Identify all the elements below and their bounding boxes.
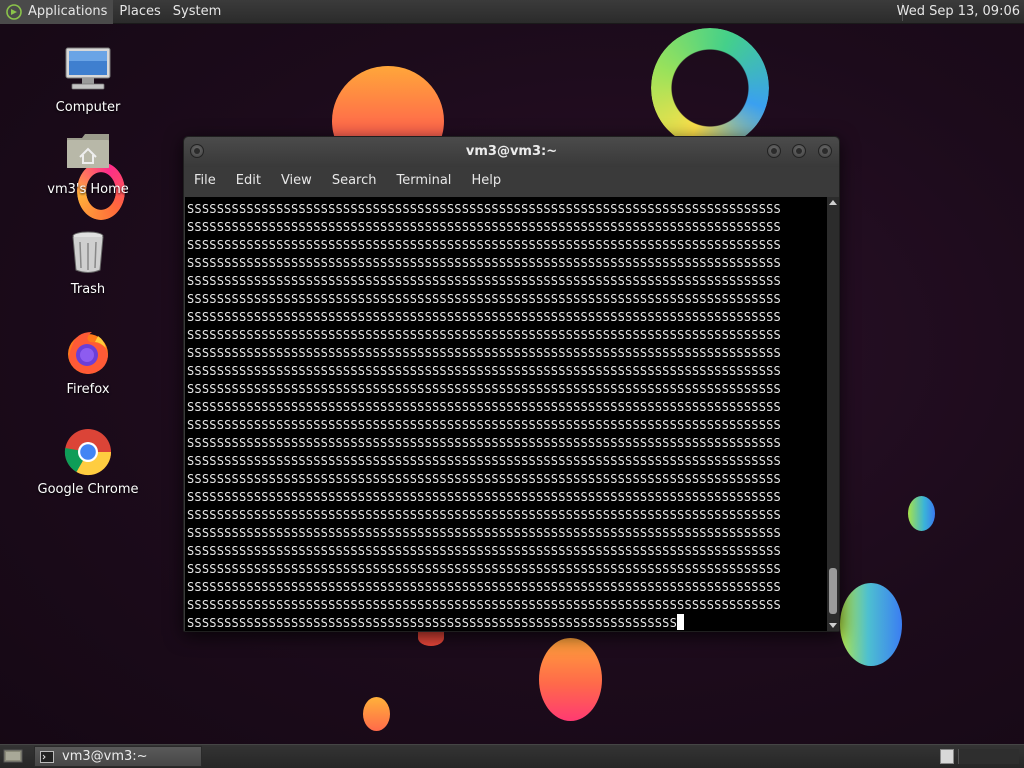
desktop-icon-label: Trash	[70, 282, 106, 297]
applications-menu-label: Applications	[28, 3, 108, 19]
desktop-icon-trash[interactable]: Trash	[33, 226, 143, 298]
window-titlebar[interactable]: vm3@vm3:~	[184, 137, 839, 167]
taskbar-item-terminal[interactable]: vm3@vm3:~	[34, 746, 202, 767]
home-folder-icon	[67, 134, 109, 168]
terminal-window[interactable]: vm3@vm3:~ File Edit View Search Terminal…	[183, 136, 840, 632]
places-menu[interactable]: Places	[113, 0, 166, 24]
terminal-cursor	[677, 614, 685, 630]
system-menu[interactable]: System	[167, 0, 227, 24]
desktop-icon-label: vm3's Home	[47, 182, 129, 197]
trash-icon	[72, 231, 104, 273]
minimize-button[interactable]	[767, 144, 781, 158]
menu-edit[interactable]: Edit	[226, 167, 271, 195]
scrollbar-thumb[interactable]	[829, 568, 837, 614]
desktop-icon-chrome[interactable]: Google Chrome	[33, 426, 143, 498]
firefox-icon	[68, 332, 108, 374]
bottom-panel: vm3@vm3:~	[0, 744, 1024, 768]
applications-menu[interactable]: Applications	[0, 0, 114, 24]
wallpaper-green-ring	[651, 28, 769, 148]
window-title: vm3@vm3:~	[465, 144, 558, 159]
show-desktop-icon[interactable]	[3, 748, 23, 764]
chrome-icon	[64, 429, 112, 476]
terminal-menubar: File Edit View Search Terminal Help	[184, 167, 839, 195]
terminal-icon	[40, 750, 54, 763]
menu-help[interactable]: Help	[461, 167, 511, 195]
computer-icon	[65, 47, 111, 90]
desktop-icon-label: Google Chrome	[37, 482, 139, 497]
maximize-button[interactable]	[792, 144, 806, 158]
wallpaper-orange-bubble-small	[363, 697, 390, 731]
wallpaper-orange-bubble-large	[539, 638, 602, 721]
desktop-icon-label: Computer	[55, 100, 121, 115]
clock[interactable]: Wed Sep 13, 09:06	[897, 0, 1020, 24]
scroll-down-arrow-icon[interactable]	[829, 623, 837, 628]
menu-terminal[interactable]: Terminal	[386, 167, 461, 195]
menu-view[interactable]: View	[271, 167, 322, 195]
top-panel: Applications Places System Wed Sep 13, 0…	[0, 0, 1024, 24]
wallpaper-blue-bubble-large	[840, 583, 902, 666]
desktop-icon-computer[interactable]: Computer	[33, 44, 143, 116]
desktop-icon-home[interactable]: vm3's Home	[33, 126, 143, 198]
menu-file[interactable]: File	[184, 167, 226, 195]
distro-logo-icon	[6, 3, 22, 20]
wallpaper-blue-bubble-small	[908, 496, 935, 531]
taskbar-item-label: vm3@vm3:~	[62, 749, 148, 764]
terminal-scrollbar[interactable]	[827, 197, 839, 631]
wallpaper-red-bubble	[418, 630, 444, 646]
menu-search[interactable]: Search	[322, 167, 387, 195]
terminal-text: SSSSSSSSSSSSSSSSSSSSSSSSSSSSSSSSSSSSSSSS…	[187, 202, 781, 630]
workspace-2[interactable]	[958, 749, 1019, 764]
workspace-1[interactable]	[940, 749, 954, 764]
close-button[interactable]	[818, 144, 832, 158]
desktop-icon-label: Firefox	[66, 382, 110, 397]
desktop-icon-firefox[interactable]: Firefox	[33, 326, 143, 398]
scroll-up-arrow-icon[interactable]	[829, 200, 837, 205]
terminal-output[interactable]: SSSSSSSSSSSSSSSSSSSSSSSSSSSSSSSSSSSSSSSS…	[185, 197, 827, 631]
